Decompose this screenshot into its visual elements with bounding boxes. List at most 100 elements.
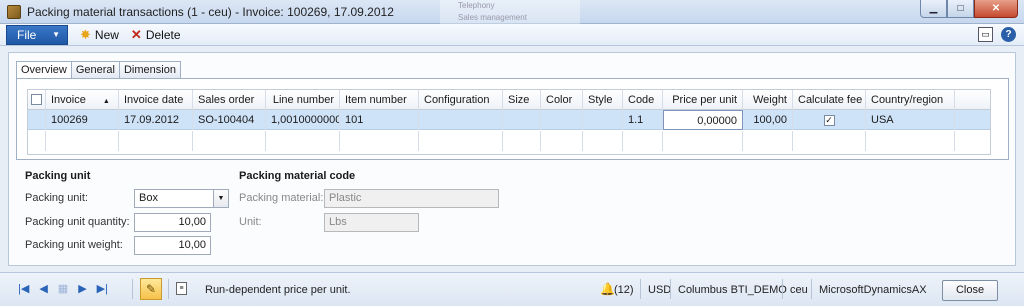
packing-unit-weight-label: Packing unit weight: (25, 239, 123, 251)
chevron-down-icon: ▼ (52, 30, 60, 39)
form-body: Overview General Dimension Invoice ▲ Inv… (8, 52, 1016, 266)
cell-item-number[interactable]: 101 (340, 110, 419, 130)
cell-color[interactable] (541, 110, 583, 130)
status-separator (640, 279, 641, 299)
file-menu-label: File (17, 27, 37, 42)
col-header-line-number[interactable]: Line number (266, 90, 340, 110)
tab-dimension[interactable]: Dimension (118, 61, 181, 78)
col-header-invoice[interactable]: Invoice ▲ (46, 90, 119, 110)
document-handling-icon[interactable]: ≡ (176, 282, 187, 295)
packing-unit-title: Packing unit (25, 170, 91, 182)
next-record-icon[interactable]: ▶ (78, 282, 86, 295)
col-header-size[interactable]: Size (503, 90, 541, 110)
row-marker (28, 110, 46, 130)
delete-x-icon: ✕ (130, 26, 142, 42)
notification-bell-icon[interactable]: 🔔 (600, 282, 615, 296)
notification-count[interactable]: (12) (614, 284, 634, 296)
cell-weight[interactable]: 100,00 (743, 110, 793, 130)
calculate-fee-checkbox[interactable]: ✓ (823, 115, 835, 126)
window-title-bar: Packing material transactions (1 - ceu) … (0, 0, 1024, 24)
grid-view-icon[interactable]: ▦ (58, 282, 68, 295)
status-separator (782, 279, 783, 299)
cell-calculate-fee[interactable]: ✓ (793, 110, 866, 130)
packing-material-label: Packing material: (239, 192, 324, 204)
first-record-icon[interactable]: |◀ (18, 282, 29, 295)
new-star-icon: ✸ (80, 26, 91, 42)
status-separator (132, 279, 133, 299)
file-menu-button[interactable]: File ▼ (6, 24, 68, 45)
window-close-button[interactable]: ✕ (974, 0, 1018, 18)
tab-overview[interactable]: Overview (16, 61, 72, 79)
packing-unit-weight-field[interactable]: 10,00 (134, 236, 211, 255)
cell-style[interactable] (583, 110, 623, 130)
packing-material-unit-field: Lbs (324, 213, 419, 232)
cell-sales-order[interactable]: SO-100404 (193, 110, 266, 130)
cell-line-number[interactable]: 1,0010000000 (266, 110, 340, 130)
window-title: Packing material transactions (1 - ceu) … (27, 4, 394, 19)
tab-general[interactable]: General (70, 61, 120, 78)
col-header-color[interactable]: Color (541, 90, 583, 110)
packing-unit-value: Box (139, 192, 158, 204)
record-navigation: |◀ ◀ ▦ ▶ ▶| (18, 282, 118, 295)
col-header-sales-order[interactable]: Sales order (193, 90, 266, 110)
maximize-button[interactable]: □ (947, 0, 974, 18)
col-header-weight[interactable]: Weight (743, 90, 793, 110)
new-button-label: New (94, 27, 119, 42)
new-button[interactable]: ✸ New (80, 27, 119, 43)
minimize-button[interactable]: ▁ (920, 0, 947, 18)
partition-indicator[interactable]: ceu (790, 284, 808, 296)
previous-record-icon[interactable]: ◀ (39, 282, 47, 295)
background-window-menu: Telephony Sales management (440, 0, 580, 24)
col-header-style[interactable]: Style (583, 90, 623, 110)
cell-filler (955, 110, 990, 130)
col-header-configuration[interactable]: Configuration (419, 90, 503, 110)
action-pane: File ▼ ✸ New ✕ Delete ▭ ? (0, 24, 1024, 46)
application-indicator: MicrosoftDynamicsAX (819, 284, 927, 296)
col-header-calculate-fee[interactable]: Calculate fee (793, 90, 866, 110)
col-header-invoice-label: Invoice (51, 94, 86, 106)
empty-table-row[interactable] (28, 131, 990, 151)
cell-invoice-date[interactable]: 17.09.2012 (119, 110, 193, 130)
cell-invoice[interactable]: 100269 (46, 110, 119, 130)
edit-mode-pencil-icon[interactable]: ✎ (140, 278, 162, 300)
packing-unit-dropdown[interactable]: Box ▼ (134, 189, 229, 208)
col-header-filler (955, 90, 990, 110)
cell-country-region[interactable]: USA (866, 110, 955, 130)
layout-toggle-icon[interactable]: ▭ (978, 27, 993, 42)
overview-panel: Invoice ▲ Invoice date Sales order Line … (16, 78, 1009, 160)
packing-material-unit-label: Unit: (239, 216, 262, 228)
app-icon (7, 4, 21, 19)
cell-price-per-unit[interactable]: 0,00000 (663, 110, 743, 130)
status-separator (168, 279, 169, 299)
status-separator (670, 279, 671, 299)
close-button[interactable]: Close (942, 280, 998, 301)
status-separator (811, 279, 812, 299)
cell-size[interactable] (503, 110, 541, 130)
col-header-code[interactable]: Code (623, 90, 663, 110)
col-header-item-number[interactable]: Item number (340, 90, 419, 110)
transactions-grid: Invoice ▲ Invoice date Sales order Line … (27, 89, 991, 155)
cell-code[interactable]: 1.1 (623, 110, 663, 130)
last-record-icon[interactable]: ▶| (97, 282, 108, 295)
col-header-price-per-unit[interactable]: Price per unit (663, 90, 743, 110)
packing-unit-quantity-label: Packing unit quantity: (25, 216, 130, 228)
background-menu-item: Telephony (458, 1, 495, 10)
col-header-country-region[interactable]: Country/region (866, 90, 955, 110)
table-row[interactable]: 100269 17.09.2012 SO-100404 1,0010000000… (28, 110, 990, 130)
packing-unit-quantity-field[interactable]: 10,00 (134, 213, 211, 232)
packing-material-code-title: Packing material code (239, 170, 356, 182)
company-indicator[interactable]: Columbus BTI_DEMO (678, 284, 787, 296)
select-all-checkbox[interactable] (28, 90, 46, 110)
packing-material-field: Plastic (324, 189, 499, 208)
delete-button[interactable]: ✕ Delete (131, 27, 181, 43)
help-icon[interactable]: ? (1001, 27, 1016, 42)
packing-unit-label: Packing unit: (25, 192, 88, 204)
currency-indicator[interactable]: USD (648, 284, 671, 296)
grid-header-row: Invoice ▲ Invoice date Sales order Line … (28, 90, 990, 110)
chevron-down-icon[interactable]: ▼ (213, 190, 228, 207)
background-menu-item: Sales management (458, 13, 527, 22)
delete-button-label: Delete (145, 27, 181, 42)
col-header-invoice-date[interactable]: Invoice date (119, 90, 193, 110)
cell-configuration[interactable] (419, 110, 503, 130)
status-message: Run-dependent price per unit. (205, 284, 351, 296)
